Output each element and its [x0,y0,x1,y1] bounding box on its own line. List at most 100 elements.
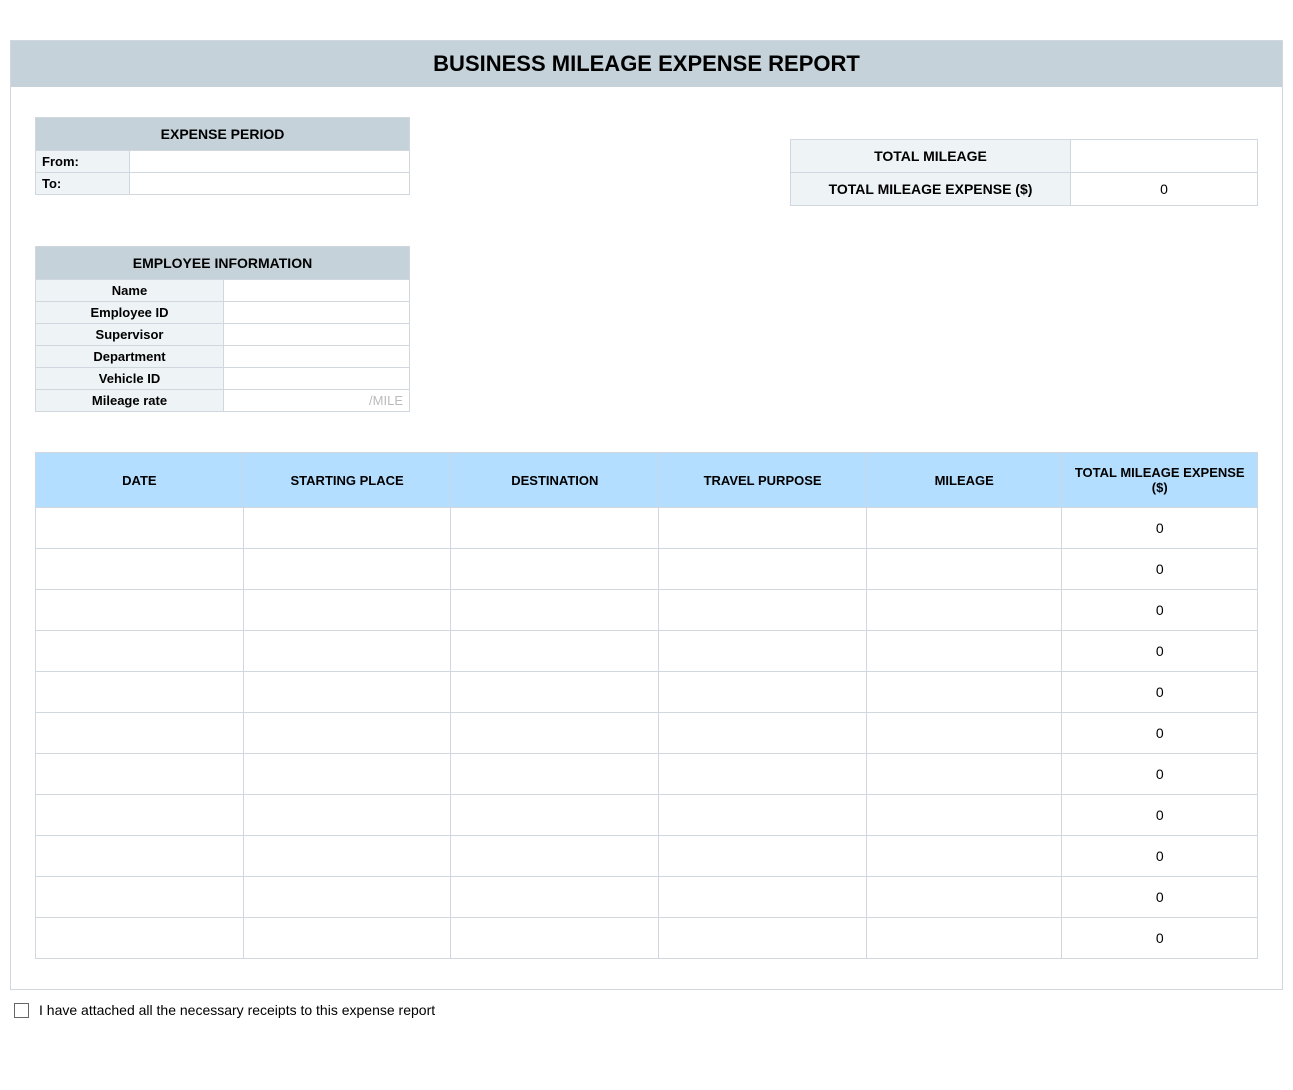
receipts-checkbox-label: I have attached all the necessary receip… [39,1002,435,1018]
dest-cell[interactable] [451,631,659,672]
date-cell[interactable] [36,795,244,836]
start-cell[interactable] [243,631,451,672]
mileage-column-header: TOTAL MILEAGE EXPENSE ($) [1062,453,1258,508]
mileage-cell[interactable] [866,590,1062,631]
receipts-checkbox[interactable] [14,1003,29,1018]
date-cell[interactable] [36,631,244,672]
mileage-cell[interactable] [866,795,1062,836]
employee-row-value[interactable] [224,324,409,345]
mileage-cell[interactable] [866,672,1062,713]
mileage-header-row: DATESTARTING PLACEDESTINATIONTRAVEL PURP… [36,453,1258,508]
mileage-cell[interactable] [866,713,1062,754]
dest-cell[interactable] [451,713,659,754]
employee-row-label: Name [36,280,224,301]
mileage-cell[interactable] [866,836,1062,877]
employee-row-label: Supervisor [36,324,224,345]
purpose-cell[interactable] [659,672,867,713]
mileage-cell[interactable] [866,918,1062,959]
start-cell[interactable] [243,754,451,795]
purpose-cell[interactable] [659,918,867,959]
period-from-value[interactable] [130,151,409,172]
mileage-column-header: TRAVEL PURPOSE [659,453,867,508]
table-row: 0 [36,713,1258,754]
table-row: 0 [36,508,1258,549]
table-row: 0 [36,877,1258,918]
mileage-cell[interactable] [866,549,1062,590]
mileage-cell[interactable] [866,508,1062,549]
date-cell[interactable] [36,877,244,918]
date-cell[interactable] [36,672,244,713]
mileage-column-header: MILEAGE [866,453,1062,508]
dest-cell[interactable] [451,918,659,959]
total-cell: 0 [1062,713,1258,754]
purpose-cell[interactable] [659,836,867,877]
employee-row: Supervisor [35,324,410,346]
table-row: 0 [36,631,1258,672]
dest-cell[interactable] [451,672,659,713]
report-content: EXPENSE PERIOD From: To: TOTAL MILEAGE T… [11,87,1282,989]
dest-cell[interactable] [451,754,659,795]
employee-row-value[interactable] [224,280,409,301]
dest-cell[interactable] [451,508,659,549]
total-expense-row: TOTAL MILEAGE EXPENSE ($) 0 [790,173,1258,206]
dest-cell[interactable] [451,836,659,877]
employee-row: Name [35,280,410,302]
period-from-label: From: [36,151,130,172]
purpose-cell[interactable] [659,631,867,672]
total-cell: 0 [1062,754,1258,795]
purpose-cell[interactable] [659,508,867,549]
purpose-cell[interactable] [659,795,867,836]
dest-cell[interactable] [451,877,659,918]
start-cell[interactable] [243,672,451,713]
start-cell[interactable] [243,918,451,959]
start-cell[interactable] [243,508,451,549]
start-cell[interactable] [243,549,451,590]
period-to-row: To: [35,173,410,195]
purpose-cell[interactable] [659,549,867,590]
employee-row-value[interactable] [224,346,409,367]
employee-row-value[interactable] [224,302,409,323]
date-cell[interactable] [36,508,244,549]
purpose-cell[interactable] [659,590,867,631]
total-cell: 0 [1062,877,1258,918]
employee-row: Department [35,346,410,368]
total-mileage-value [1071,140,1257,172]
period-from-row: From: [35,151,410,173]
date-cell[interactable] [36,918,244,959]
purpose-cell[interactable] [659,754,867,795]
start-cell[interactable] [243,877,451,918]
dest-cell[interactable] [451,549,659,590]
employee-row-value[interactable]: /MILE [224,390,409,411]
total-cell: 0 [1062,918,1258,959]
mileage-cell[interactable] [866,877,1062,918]
date-cell[interactable] [36,836,244,877]
date-cell[interactable] [36,754,244,795]
total-cell: 0 [1062,631,1258,672]
employee-row-value[interactable] [224,368,409,389]
total-expense-label: TOTAL MILEAGE EXPENSE ($) [791,173,1071,205]
start-cell[interactable] [243,795,451,836]
total-cell: 0 [1062,549,1258,590]
start-cell[interactable] [243,836,451,877]
mileage-table: DATESTARTING PLACEDESTINATIONTRAVEL PURP… [35,452,1258,959]
start-cell[interactable] [243,713,451,754]
purpose-cell[interactable] [659,877,867,918]
date-cell[interactable] [36,549,244,590]
total-cell: 0 [1062,508,1258,549]
period-from-input[interactable] [136,154,403,169]
report-container: BUSINESS MILEAGE EXPENSE REPORT EXPENSE … [10,40,1283,990]
mileage-cell[interactable] [866,754,1062,795]
date-cell[interactable] [36,590,244,631]
dest-cell[interactable] [451,590,659,631]
mileage-cell[interactable] [866,631,1062,672]
mileage-column-header: DESTINATION [451,453,659,508]
start-cell[interactable] [243,590,451,631]
employee-info-box: EMPLOYEE INFORMATION NameEmployee IDSupe… [35,246,410,412]
period-to-input[interactable] [136,176,403,191]
footer-check-row: I have attached all the necessary receip… [14,1002,1283,1018]
date-cell[interactable] [36,713,244,754]
totals-box: TOTAL MILEAGE TOTAL MILEAGE EXPENSE ($) … [790,139,1258,206]
dest-cell[interactable] [451,795,659,836]
period-to-value[interactable] [130,173,409,194]
purpose-cell[interactable] [659,713,867,754]
